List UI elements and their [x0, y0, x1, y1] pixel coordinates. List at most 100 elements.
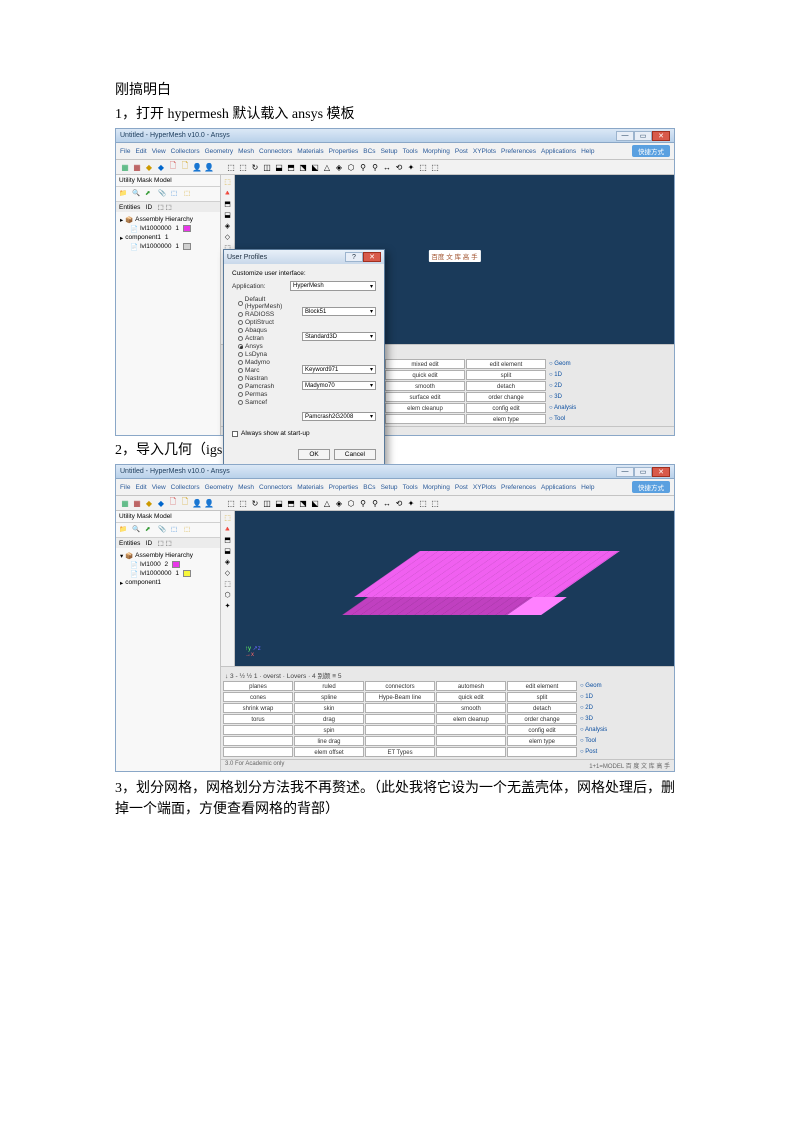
page-radio[interactable]: ○ Tool — [578, 736, 630, 746]
panel-btn[interactable] — [365, 736, 435, 746]
panel-btn[interactable] — [223, 725, 293, 735]
profile-select-1[interactable]: Block51 — [302, 307, 376, 316]
menu-mesh[interactable]: Mesh — [238, 148, 254, 155]
menu-setup[interactable]: Setup — [381, 484, 398, 491]
menu-file[interactable]: File — [120, 484, 130, 491]
panel-btn[interactable]: spline — [294, 692, 364, 702]
menu-properties[interactable]: Properties — [329, 484, 359, 491]
profile-select-5[interactable]: Pamcrash2G2008 — [302, 412, 376, 421]
menu-preferences[interactable]: Preferences — [501, 484, 536, 491]
panel-btn[interactable]: drag — [294, 714, 364, 724]
panel-btn[interactable]: shrink wrap — [223, 703, 293, 713]
menu-collectors[interactable]: Collectors — [171, 484, 200, 491]
panel-btn[interactable]: order change — [507, 714, 577, 724]
panel-btn[interactable]: elem cleanup — [436, 714, 506, 724]
panel-btn[interactable] — [223, 736, 293, 746]
maximize-button[interactable]: ▭ — [634, 131, 652, 141]
tab-model[interactable]: Model — [154, 513, 172, 520]
menu-properties[interactable]: Properties — [329, 148, 359, 155]
panel-btn[interactable]: torus — [223, 714, 293, 724]
menu-bcs[interactable]: BCs — [363, 484, 375, 491]
page-radio[interactable]: ○ Post — [578, 747, 630, 757]
close-button[interactable]: ✕ — [652, 131, 670, 141]
menu-view[interactable]: View — [152, 148, 166, 155]
menu-help[interactable]: Help — [581, 484, 594, 491]
maximize-button[interactable]: ▭ — [634, 467, 652, 477]
page-radio[interactable]: ○ Geom — [547, 359, 599, 369]
panel-btn[interactable] — [436, 736, 506, 746]
menu-help[interactable]: Help — [581, 148, 594, 155]
panel-btn[interactable]: quick edit — [436, 692, 506, 702]
menu-applications[interactable]: Applications — [541, 484, 576, 491]
menu-edit[interactable]: Edit — [135, 148, 146, 155]
menu-tools[interactable]: Tools — [403, 484, 418, 491]
tab-utility[interactable]: Utility — [119, 177, 135, 184]
panel-btn[interactable]: connectors — [365, 681, 435, 691]
panel-btn[interactable]: edit element — [466, 359, 546, 369]
page-radio[interactable]: ○ Tool — [547, 414, 599, 424]
panel-btn[interactable] — [385, 414, 465, 424]
panel-btn[interactable]: config edit — [466, 403, 546, 413]
cancel-button[interactable]: Cancel — [334, 449, 376, 460]
panel-btn[interactable]: elem type — [466, 414, 546, 424]
menu-mesh[interactable]: Mesh — [238, 484, 254, 491]
panel-btn[interactable]: quick edit — [385, 370, 465, 380]
minimize-button[interactable]: — — [616, 131, 634, 141]
menu-geometry[interactable]: Geometry — [205, 484, 234, 491]
model-tree[interactable]: ▾ 📦Assembly Hierarchy 📄lvl1000 2 📄lvl100… — [116, 548, 220, 771]
always-show-check[interactable]: Always show at start-up — [232, 430, 376, 437]
menu-file[interactable]: File — [120, 148, 130, 155]
dialog-help-button[interactable]: ? — [345, 252, 363, 262]
menu-applications[interactable]: Applications — [541, 148, 576, 155]
panel-btn[interactable]: Hype-Beam line — [365, 692, 435, 702]
page-radio[interactable]: ○ 2D — [547, 381, 599, 391]
panel-btn[interactable]: detach — [507, 703, 577, 713]
panel-btn[interactable] — [365, 725, 435, 735]
tab-model[interactable]: Model — [154, 177, 172, 184]
model-tree[interactable]: ▸ 📦Assembly Hierarchy 📄lvl1000000 1 ▸ co… — [116, 212, 220, 435]
menu-materials[interactable]: Materials — [297, 484, 323, 491]
panel-btn[interactable]: split — [466, 370, 546, 380]
panel-btn[interactable]: skin — [294, 703, 364, 713]
panel-btn[interactable]: mixed edit — [385, 359, 465, 369]
menu-view[interactable]: View — [152, 484, 166, 491]
panel-btn[interactable] — [223, 747, 293, 757]
page-radio[interactable]: ○ 2D — [578, 703, 630, 713]
menu-xyplots[interactable]: XYPlots — [473, 484, 496, 491]
menu-morphing[interactable]: Morphing — [423, 148, 450, 155]
menu-morphing[interactable]: Morphing — [423, 484, 450, 491]
menu-post[interactable]: Post — [455, 484, 468, 491]
page-radio[interactable]: ○ Geom — [578, 681, 630, 691]
tab-utility[interactable]: Utility — [119, 513, 135, 520]
panel-btn[interactable]: cones — [223, 692, 293, 702]
panel-btn[interactable]: line drag — [294, 736, 364, 746]
profile-select-2[interactable]: Standard3D — [302, 332, 376, 341]
panel-btn[interactable] — [507, 747, 577, 757]
menu-collectors[interactable]: Collectors — [171, 148, 200, 155]
panel-btn[interactable] — [365, 714, 435, 724]
panel-btn[interactable]: spin — [294, 725, 364, 735]
panel-btn[interactable]: surface edit — [385, 392, 465, 402]
menu-edit[interactable]: Edit — [135, 484, 146, 491]
panel-btn[interactable]: split — [507, 692, 577, 702]
page-radio[interactable]: ○ Analysis — [547, 403, 599, 413]
profile-select-4[interactable]: Madymo70 — [302, 381, 376, 390]
panel-btn[interactable]: planes — [223, 681, 293, 691]
panel-btn[interactable]: smooth — [385, 381, 465, 391]
panel-btn[interactable]: edit element — [507, 681, 577, 691]
page-radio[interactable]: ○ 1D — [578, 692, 630, 702]
application-select[interactable]: HyperMesh — [290, 281, 376, 291]
panel-btn[interactable]: order change — [466, 392, 546, 402]
menu-xyplots[interactable]: XYPlots — [473, 148, 496, 155]
panel-btn[interactable]: elem offset — [294, 747, 364, 757]
menu-tools[interactable]: Tools — [403, 148, 418, 155]
panel-btn[interactable] — [365, 703, 435, 713]
page-radio[interactable]: ○ 1D — [547, 370, 599, 380]
menu-geometry[interactable]: Geometry — [205, 148, 234, 155]
panel-btn[interactable]: elem type — [507, 736, 577, 746]
dialog-close-button[interactable]: ✕ — [363, 252, 381, 262]
panel-btn[interactable] — [436, 747, 506, 757]
profile-select-3[interactable]: Keyword971 — [302, 365, 376, 374]
page-radio[interactable]: ○ 3D — [578, 714, 630, 724]
page-radio[interactable]: ○ Analysis — [578, 725, 630, 735]
